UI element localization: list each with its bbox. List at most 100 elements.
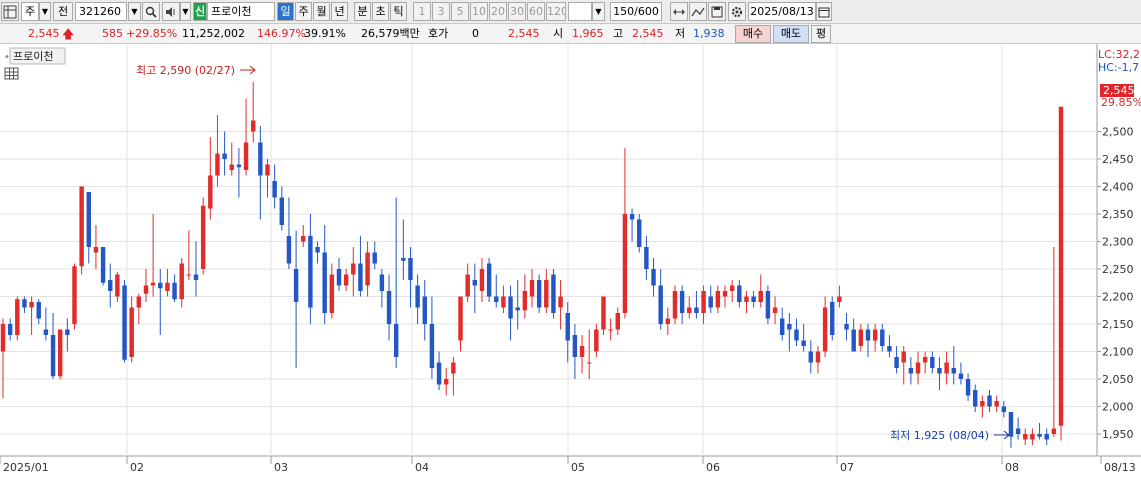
- prev-code-button[interactable]: 전: [53, 2, 73, 21]
- candle-body: [215, 153, 220, 176]
- candle-body: [651, 269, 656, 286]
- candle-body: [408, 258, 413, 280]
- candle[interactable]: [122, 280, 127, 363]
- candle[interactable]: [765, 285, 771, 325]
- speaker-icon[interactable]: [162, 2, 180, 21]
- y-tick-label: 2,150: [1102, 318, 1134, 331]
- candle[interactable]: [486, 258, 492, 302]
- x-tick-label: 04: [415, 461, 429, 474]
- candle-body: [43, 329, 49, 335]
- y-tick-label: 2,000: [1102, 401, 1134, 414]
- candle-body: [922, 357, 928, 363]
- high-price: 2,545: [632, 27, 664, 40]
- candle[interactable]: [57, 329, 63, 380]
- period-dropdown-icon[interactable]: ▼: [39, 2, 51, 21]
- hc-label: HC:-1,7: [1098, 61, 1139, 74]
- gear-icon[interactable]: [728, 2, 746, 21]
- candle[interactable]: [536, 274, 542, 314]
- candle-body: [687, 307, 692, 313]
- candle-body: [501, 296, 506, 308]
- candle-body: [772, 307, 778, 313]
- candle-body: [258, 142, 263, 176]
- bar-count-field[interactable]: 150/600: [610, 2, 662, 21]
- search-icon[interactable]: [142, 2, 160, 21]
- interval-20[interactable]: 20: [489, 2, 507, 21]
- candle-body: [915, 362, 921, 374]
- candle[interactable]: [551, 269, 556, 319]
- interval-dropdown-icon[interactable]: ▼: [592, 2, 605, 21]
- candle-body: [787, 324, 792, 330]
- candle-body: [436, 362, 442, 385]
- low-label: 저: [675, 27, 686, 40]
- interval-10[interactable]: 10: [470, 2, 488, 21]
- interval-3[interactable]: 3: [432, 2, 450, 21]
- candle[interactable]: [672, 285, 678, 325]
- candle-body: [808, 351, 814, 363]
- open-price: 1,965: [572, 27, 604, 40]
- candle[interactable]: [79, 186, 84, 275]
- candle[interactable]: [72, 263, 77, 330]
- calendar-icon[interactable]: [816, 2, 832, 21]
- period-tab-week[interactable]: 주: [295, 2, 312, 21]
- interval-5[interactable]: 5: [451, 2, 469, 21]
- candle-body: [1044, 434, 1049, 440]
- candle-body: [544, 280, 549, 308]
- candlestick-chart[interactable]: 1,950 2,000 2,050 2,100 2,150 2,200 2,250 2,300…: [0, 44, 1141, 477]
- period-tab-second[interactable]: 초: [372, 2, 389, 21]
- candle-body: [701, 291, 706, 313]
- candle-body: [50, 335, 56, 377]
- candle[interactable]: [830, 296, 835, 341]
- custom-interval-input[interactable]: [568, 2, 592, 21]
- date-field[interactable]: 2025/08/13: [748, 2, 816, 21]
- candle-body: [351, 263, 356, 275]
- speaker-dropdown-icon[interactable]: ▼: [180, 2, 191, 21]
- period-tab-day[interactable]: 일: [277, 2, 294, 21]
- candle-body: [401, 258, 406, 261]
- flat-button[interactable]: 평: [811, 25, 831, 43]
- period-tab-tick[interactable]: 틱: [390, 2, 407, 21]
- period-select[interactable]: 주: [21, 2, 39, 21]
- y-tick-label: 2,100: [1102, 346, 1134, 359]
- grid-icon[interactable]: [1, 2, 19, 21]
- save-icon[interactable]: [708, 2, 726, 21]
- candle-body: [672, 291, 678, 319]
- min-price-label: 최저 1,925 (08/04): [890, 429, 989, 442]
- candle-body: [72, 266, 77, 324]
- interval-1[interactable]: 1: [413, 2, 431, 21]
- candle[interactable]: [15, 296, 20, 341]
- stock-name-field[interactable]: 프로이천: [207, 2, 275, 21]
- stock-code-input[interactable]: 321260: [75, 2, 127, 21]
- interval-120[interactable]: 120: [546, 2, 566, 21]
- period-tab-month[interactable]: 월: [313, 2, 330, 21]
- candle-body: [586, 362, 592, 364]
- interval-30[interactable]: 30: [508, 2, 526, 21]
- code-dropdown-icon[interactable]: ▼: [128, 2, 141, 21]
- interval-60[interactable]: 60: [527, 2, 545, 21]
- candle[interactable]: [1058, 106, 1064, 441]
- candle-body: [0, 324, 6, 352]
- candle-body: [236, 164, 242, 168]
- period-tab-minute[interactable]: 분: [354, 2, 371, 21]
- buy-button[interactable]: 매수: [735, 25, 771, 43]
- candle-body: [515, 307, 520, 311]
- candle-body: [293, 269, 299, 302]
- high-label: 고: [613, 27, 624, 40]
- candle[interactable]: [637, 214, 642, 253]
- x-tick-label: 03: [274, 461, 288, 474]
- zoom-fit-icon[interactable]: [670, 2, 688, 21]
- x-tick-label: 08/13: [1104, 461, 1136, 474]
- candle[interactable]: [601, 296, 606, 336]
- candle-body: [880, 329, 885, 346]
- candle-body: [1008, 412, 1014, 437]
- candle[interactable]: [100, 247, 106, 286]
- candle-body: [536, 280, 542, 308]
- max-price-label: 최고 2,590 (02/27): [136, 64, 235, 77]
- candle-body: [1037, 434, 1042, 437]
- candle-body: [1023, 434, 1028, 440]
- period-tab-year[interactable]: 년: [331, 2, 348, 21]
- candle-body: [279, 197, 285, 225]
- sell-button[interactable]: 매도: [773, 25, 809, 43]
- candle[interactable]: [200, 197, 206, 275]
- trend-line-icon[interactable]: [689, 2, 707, 21]
- up-arrow-icon: 🡅: [62, 27, 75, 41]
